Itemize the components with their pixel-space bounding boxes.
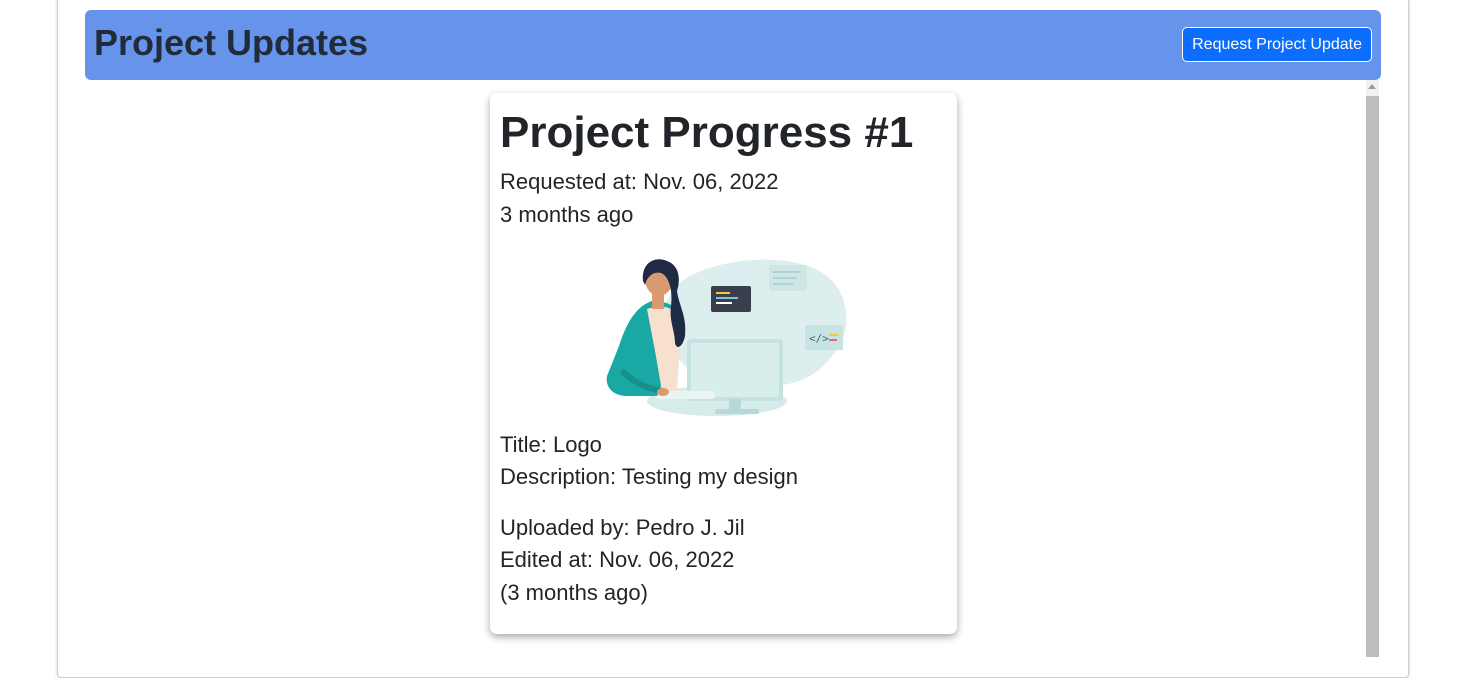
edited-relative-time: (3 months ago)	[500, 580, 648, 605]
requested-relative-time: 3 months ago	[500, 202, 634, 227]
page-title: Project Updates	[94, 22, 369, 63]
item-description: Description: Testing my design	[500, 464, 798, 489]
request-project-update-button[interactable]: Request Project Update	[1182, 27, 1372, 62]
scroll-up-arrow-icon[interactable]	[1368, 84, 1376, 89]
requested-at: Requested at: Nov. 06, 2022	[500, 169, 779, 194]
svg-text:</>: </>	[809, 332, 829, 345]
developer-at-computer-illustration: </>	[606, 259, 847, 416]
scrollbar-thumb[interactable]	[1366, 96, 1379, 657]
project-progress-card: Project Progress #1 Requested at: Nov. 0…	[490, 93, 957, 634]
updates-scroll-area[interactable]: Project Progress #1 Requested at: Nov. 0…	[85, 80, 1381, 657]
card-title: Project Progress #1	[500, 108, 914, 157]
header-bar: Project Updates Request Project Update	[85, 10, 1381, 80]
item-title: Title: Logo	[500, 432, 602, 457]
vertical-scrollbar[interactable]	[1366, 80, 1379, 657]
uploaded-by: Uploaded by: Pedro J. Jil	[500, 515, 745, 540]
edited-at: Edited at: Nov. 06, 2022	[500, 547, 735, 572]
